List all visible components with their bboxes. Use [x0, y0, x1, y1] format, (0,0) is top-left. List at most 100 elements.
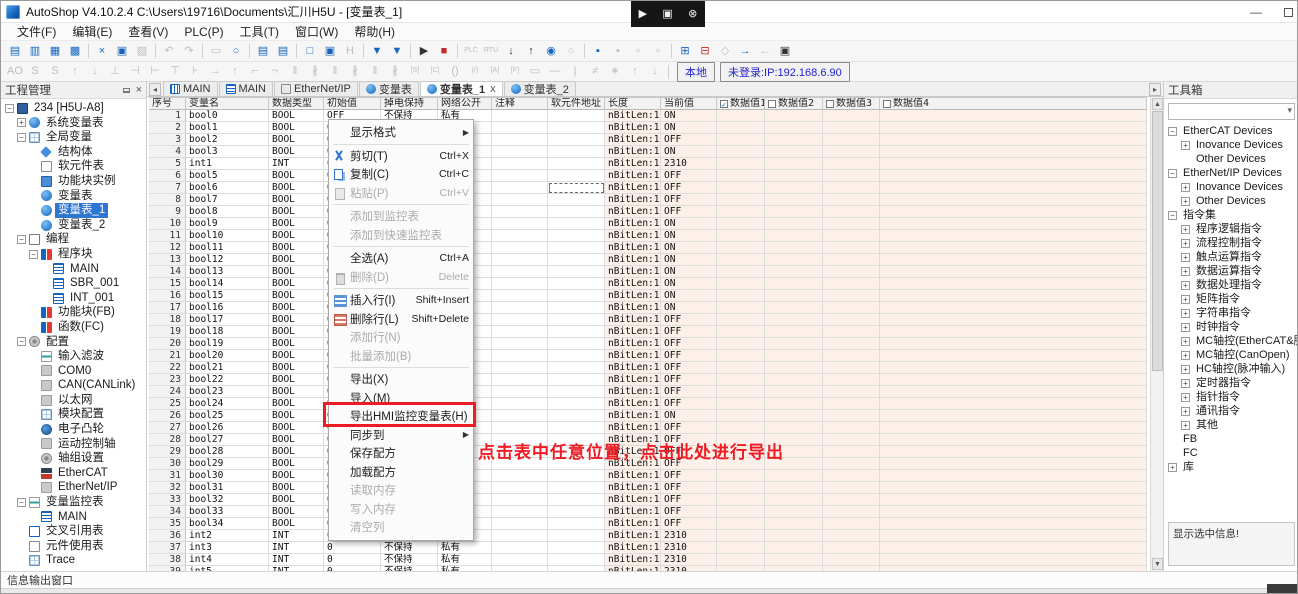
cell[interactable]: [880, 254, 1147, 266]
cell[interactable]: BOOL: [269, 518, 324, 530]
cell[interactable]: [880, 398, 1147, 410]
cell[interactable]: [880, 482, 1147, 494]
cell[interactable]: bool16: [186, 302, 269, 314]
tree-item-输入滤波[interactable]: 输入滤波: [1, 349, 146, 364]
cell[interactable]: [492, 518, 548, 530]
toolbox-item-MC轴控-CanOpen-[interactable]: +MC轴控(CanOpen): [1164, 348, 1298, 362]
cell[interactable]: [492, 494, 548, 506]
cell[interactable]: [548, 530, 605, 542]
cell[interactable]: [765, 290, 823, 302]
cell[interactable]: [823, 302, 880, 314]
cell[interactable]: BOOL: [269, 386, 324, 398]
expand-icon[interactable]: +: [1181, 253, 1190, 262]
collapse-icon[interactable]: −: [1168, 127, 1177, 136]
cell[interactable]: [492, 338, 548, 350]
cell[interactable]: 26: [149, 410, 186, 422]
cell[interactable]: BOOL: [269, 110, 324, 122]
cell[interactable]: [880, 206, 1147, 218]
cell[interactable]: bool11: [186, 242, 269, 254]
cell[interactable]: [492, 242, 548, 254]
cell[interactable]: bool29: [186, 458, 269, 470]
expand-icon[interactable]: +: [1181, 239, 1190, 248]
login-status-button[interactable]: 未登录:IP:192.168.6.90: [720, 62, 850, 82]
cell[interactable]: [765, 338, 823, 350]
cell[interactable]: BOOL: [269, 242, 324, 254]
cell[interactable]: BOOL: [269, 410, 324, 422]
expand-icon[interactable]: +: [1181, 365, 1190, 374]
cell[interactable]: [548, 278, 605, 290]
cell[interactable]: OFF: [661, 350, 717, 362]
cell[interactable]: bool15: [186, 290, 269, 302]
cell[interactable]: [548, 326, 605, 338]
cell[interactable]: BOOL: [269, 362, 324, 374]
cell[interactable]: 25: [149, 398, 186, 410]
cell[interactable]: nBitLen:1: [605, 326, 661, 338]
cell[interactable]: [717, 206, 765, 218]
cell[interactable]: [717, 110, 765, 122]
cell[interactable]: bool8: [186, 206, 269, 218]
cell[interactable]: [765, 206, 823, 218]
cell[interactable]: [548, 242, 605, 254]
window-tile-icon[interactable]: ▣: [321, 43, 339, 60]
cell[interactable]: [765, 530, 823, 542]
cell[interactable]: BOOL: [269, 350, 324, 362]
cell[interactable]: BOOL: [269, 230, 324, 242]
tab-变量表[interactable]: 变量表: [359, 81, 419, 96]
cell[interactable]: [880, 266, 1147, 278]
cell[interactable]: [880, 410, 1147, 422]
cell[interactable]: [880, 314, 1147, 326]
cell[interactable]: bool20: [186, 350, 269, 362]
cell[interactable]: 20: [149, 338, 186, 350]
cell[interactable]: BOOL: [269, 482, 324, 494]
collapse-icon[interactable]: −: [29, 250, 38, 259]
cell[interactable]: [823, 134, 880, 146]
cell[interactable]: 31: [149, 470, 186, 482]
monitor-window-icon[interactable]: ▣: [776, 43, 794, 60]
toolbox-item-通讯指令[interactable]: +通讯指令: [1164, 404, 1298, 418]
cell[interactable]: [717, 518, 765, 530]
column-header-初始值[interactable]: 初始值: [324, 97, 381, 110]
cell[interactable]: BOOL: [269, 206, 324, 218]
toolbox-item-时钟指令[interactable]: +时钟指令: [1164, 320, 1298, 334]
download-icon[interactable]: ↓: [502, 43, 520, 60]
menu-e[interactable]: 编辑(E): [64, 23, 120, 40]
tree-item-配置[interactable]: −配置: [1, 335, 146, 350]
cell[interactable]: [717, 398, 765, 410]
cell[interactable]: nBitLen:1: [605, 386, 661, 398]
cell[interactable]: ON: [661, 254, 717, 266]
cell[interactable]: [548, 230, 605, 242]
cell[interactable]: 4: [149, 146, 186, 158]
menu-item-加载配方[interactable]: 加载配方: [329, 463, 473, 482]
cell[interactable]: 21: [149, 350, 186, 362]
toolbox-item-EtherCAT-Devices[interactable]: −EtherCAT Devices: [1164, 124, 1298, 138]
cell[interactable]: bool19: [186, 338, 269, 350]
cell[interactable]: bool27: [186, 434, 269, 446]
cell[interactable]: [823, 386, 880, 398]
cell[interactable]: [717, 374, 765, 386]
tree-item-SBR_001[interactable]: SBR_001: [1, 276, 146, 291]
menu-item-删除行-L-[interactable]: 删除行(L)Shift+Delete: [329, 310, 473, 329]
tree-item-结构体[interactable]: 结构体: [1, 145, 146, 160]
cell[interactable]: OFF: [661, 362, 717, 374]
cell[interactable]: nBitLen:1: [605, 494, 661, 506]
cell[interactable]: [717, 182, 765, 194]
cell[interactable]: bool2: [186, 134, 269, 146]
cell[interactable]: 2: [149, 122, 186, 134]
tree-item-EtherCAT[interactable]: EtherCAT: [1, 466, 146, 481]
cell[interactable]: [492, 470, 548, 482]
cell[interactable]: ON: [661, 302, 717, 314]
cell[interactable]: [823, 122, 880, 134]
cell[interactable]: [880, 542, 1147, 554]
cell[interactable]: OFF: [661, 398, 717, 410]
menu-item-显示格式[interactable]: 显示格式▶: [329, 123, 473, 142]
local-mode-button[interactable]: 本地: [677, 62, 715, 82]
cell[interactable]: [717, 302, 765, 314]
tree-item-程序块[interactable]: −程序块: [1, 247, 146, 262]
cell[interactable]: [765, 182, 823, 194]
compile-all-icon[interactable]: ▼: [388, 43, 406, 60]
cell[interactable]: [880, 170, 1147, 182]
cell[interactable]: [880, 422, 1147, 434]
expand-icon[interactable]: +: [1181, 267, 1190, 276]
cell[interactable]: [548, 338, 605, 350]
cell[interactable]: [880, 350, 1147, 362]
